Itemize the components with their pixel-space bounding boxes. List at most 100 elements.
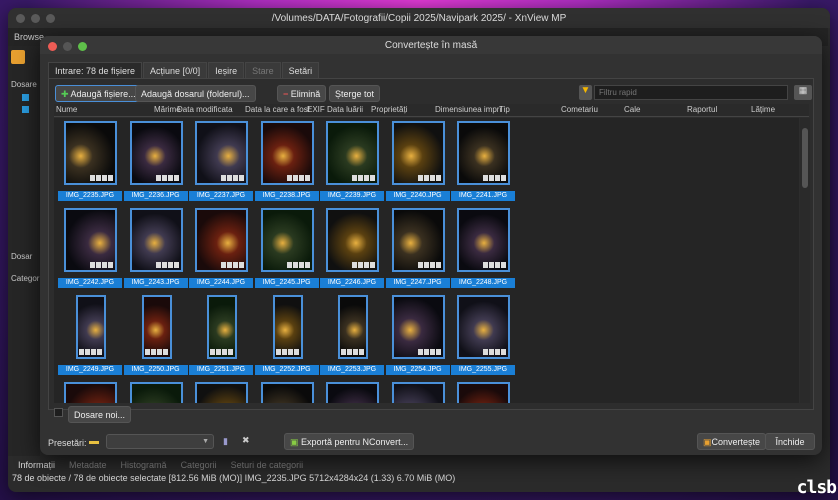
thumbnail-label: IMG_2255.JPG — [451, 365, 515, 375]
col-comment[interactable]: Cometariu — [561, 105, 598, 114]
window-controls[interactable] — [16, 14, 55, 23]
thumbnail-image — [457, 295, 510, 359]
col-ratio[interactable]: Raportul — [687, 105, 717, 114]
thumbnail-item[interactable]: IMG_2249.JPG — [58, 292, 123, 378]
tab-metadata[interactable]: Metadate — [69, 460, 107, 470]
batch-convert-dialog: Convertește în masă Intrare: 78 de fișie… — [40, 36, 822, 455]
thumbnail-label: IMG_2235.JPG — [58, 191, 122, 201]
thumbnail-item[interactable] — [386, 379, 451, 403]
file-badge-icons — [417, 175, 441, 181]
zoom-dot[interactable] — [78, 42, 87, 51]
file-badge-icons — [483, 349, 506, 355]
thumbnail-item[interactable]: IMG_2254.JPG — [385, 292, 451, 378]
convert-button[interactable]: ▣Convertește — [697, 433, 767, 450]
thumbnail-item[interactable] — [189, 379, 254, 403]
thumbnail-item[interactable]: IMG_2240.JPG — [385, 118, 451, 204]
thumbnail-item[interactable]: IMG_2247.JPG — [385, 205, 451, 291]
scrollbar[interactable] — [800, 118, 810, 403]
close-dot[interactable] — [48, 42, 57, 51]
thumbnail-label: IMG_2238.JPG — [254, 191, 319, 201]
thumbnail-label: IMG_2240.JPG — [385, 191, 450, 201]
status-bar: 78 de obiecte / 78 de obiecte selectate … — [12, 473, 456, 483]
file-badge-icons — [210, 349, 233, 355]
thumbnail-item[interactable]: IMG_2235.JPG — [58, 118, 123, 204]
thumbnail-label: IMG_2251.JPG — [189, 365, 253, 375]
export-nconvert-label: Exportă pentru NConvert... — [301, 437, 409, 447]
file-badge-icons — [341, 349, 364, 355]
thumbnail-label: IMG_2236.JPG — [123, 191, 188, 201]
remove-button[interactable]: − Elimină — [277, 85, 327, 102]
folder-icon[interactable] — [22, 94, 29, 101]
thumbnail-item[interactable]: IMG_2255.JPG — [451, 292, 516, 378]
thumbnail-item[interactable] — [124, 379, 189, 403]
minus-icon: − — [283, 89, 291, 99]
dialog-window-controls[interactable] — [48, 42, 87, 51]
thumbnail-image — [64, 121, 117, 185]
thumbnail-item[interactable]: IMG_2236.JPG — [123, 118, 189, 204]
col-properties[interactable]: Proprietăți — [371, 105, 407, 114]
delete-icon[interactable]: ✖ — [242, 435, 250, 446]
thumbnail-image — [326, 121, 379, 185]
thumbnail-item[interactable] — [451, 379, 516, 403]
add-files-button[interactable]: ✚ Adaugă fișiere... — [55, 85, 142, 102]
thumbnail-item[interactable]: IMG_2251.JPG — [189, 292, 254, 378]
export-nconvert-button[interactable]: ▣ Exportă pentru NConvert... — [284, 433, 415, 450]
file-badge-icons — [417, 262, 441, 268]
tab-category-sets[interactable]: Seturi de categorii — [231, 460, 304, 470]
folder-icon[interactable] — [22, 106, 29, 113]
thumbnail-item[interactable]: IMG_2253.JPG — [320, 292, 385, 378]
close-button[interactable]: Închide — [765, 433, 815, 450]
folder-open-icon[interactable]: ▬ — [89, 436, 99, 447]
thumbnail-item[interactable] — [58, 379, 123, 403]
minimize-dot[interactable] — [63, 42, 72, 51]
thumbnail-item[interactable]: IMG_2242.JPG — [58, 205, 123, 291]
thumbnail-item[interactable]: IMG_2246.JPG — [320, 205, 385, 291]
thumbnail-item[interactable]: IMG_2248.JPG — [451, 205, 516, 291]
file-badge-icons — [90, 175, 113, 181]
thumbnail-item[interactable]: IMG_2239.JPG — [320, 118, 385, 204]
thumbnail-item[interactable]: IMG_2245.JPG — [254, 205, 320, 291]
thumbnail-item[interactable]: IMG_2250.JPG — [123, 292, 189, 378]
export-icon: ▣ — [290, 437, 302, 447]
tab-categories[interactable]: Categorii — [181, 460, 217, 470]
quick-filter-input[interactable] — [594, 85, 788, 100]
col-print-size[interactable]: Dimensiunea impri — [435, 105, 501, 114]
new-folders-checkbox[interactable] — [54, 408, 63, 417]
thumbnail-image — [195, 121, 248, 185]
col-date[interactable]: Data la care a fost — [245, 105, 310, 114]
sidebar-categories-label: Categor — [11, 274, 40, 283]
thumbnail-item[interactable]: IMG_2237.JPG — [189, 118, 254, 204]
scrollbar-thumb[interactable] — [802, 128, 808, 188]
thumbnail-item[interactable]: IMG_2243.JPG — [123, 205, 189, 291]
thumbnail-image — [64, 382, 117, 403]
thumbnail-item[interactable] — [320, 379, 385, 403]
col-modified[interactable]: Data modificata — [177, 105, 233, 114]
thumbnail-image — [391, 295, 445, 359]
thumbnail-label: IMG_2244.JPG — [189, 278, 253, 288]
thumbnail-item[interactable]: IMG_2244.JPG — [189, 205, 254, 291]
thumbnail-label: IMG_2253.JPG — [320, 365, 384, 375]
presets-select[interactable]: ▼ — [106, 434, 214, 449]
col-name[interactable]: Nume — [56, 105, 77, 114]
add-folder-button[interactable]: Adaugă dosarul (folderul)... — [135, 85, 256, 102]
col-exif-date[interactable]: EXIF Data luării — [307, 105, 363, 114]
view-mode-icon[interactable]: ▦ — [794, 85, 812, 100]
thumbnail-item[interactable]: IMG_2252.JPG — [254, 292, 320, 378]
app-icon — [11, 50, 25, 64]
filter-icon[interactable]: ▼ — [579, 85, 592, 100]
clear-all-button[interactable]: Șterge tot — [329, 85, 381, 102]
thumbnail-item[interactable] — [255, 379, 320, 403]
tab-info[interactable]: Informații — [18, 460, 55, 470]
col-type[interactable]: Tip — [499, 105, 510, 114]
col-path[interactable]: Cale — [624, 105, 640, 114]
new-folders-button[interactable]: Dosare noi... — [68, 406, 132, 423]
thumbnail-image — [195, 382, 248, 403]
thumbnail-item[interactable]: IMG_2241.JPG — [451, 118, 516, 204]
thumbnail-image — [260, 121, 314, 185]
save-icon[interactable]: ▮ — [223, 436, 228, 447]
tab-histogram[interactable]: Histogramă — [121, 460, 167, 470]
thumbnail-item[interactable]: IMG_2238.JPG — [254, 118, 320, 204]
thumbnail-label: IMG_2237.JPG — [189, 191, 253, 201]
thumbnail-grid[interactable]: IMG_2235.JPG IMG_2236.JPG IMG_2237.JPG IMG_… — [54, 118, 799, 403]
col-width[interactable]: Lățime — [751, 105, 775, 114]
